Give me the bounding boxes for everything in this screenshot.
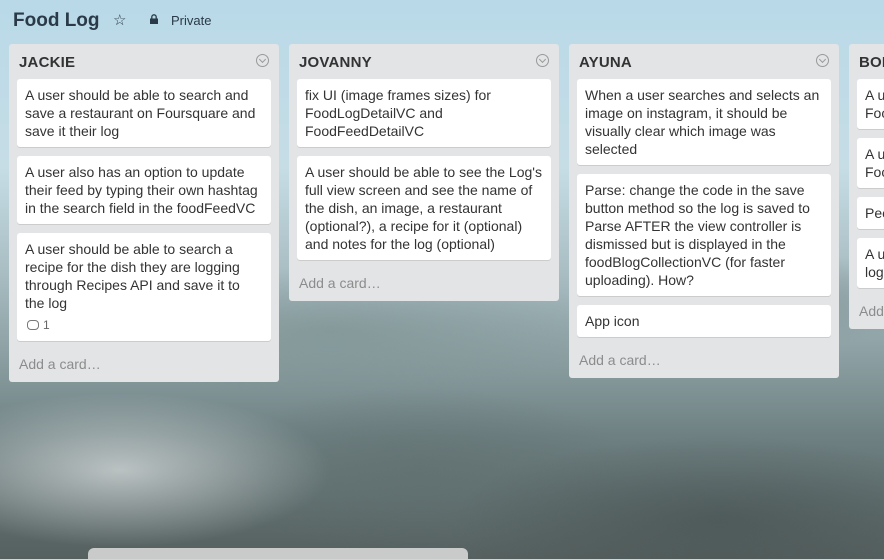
list-jackie: JACKIE A user should be able to search a… [9,44,279,382]
list-jovanny: JOVANNY fix UI (image frames sizes) for … [289,44,559,301]
card-text: fix UI (image frames sizes) for FoodLogD… [305,87,491,139]
card[interactable]: A u Foo [857,138,884,188]
card[interactable]: A user should be able to search and save… [17,79,271,147]
list-bob: BOB A u Foo A u Foo Pee A u log Add [849,44,884,329]
comment-count: 1 [43,318,50,332]
card-text: A user should be able to search a recipe… [25,241,240,311]
card[interactable]: A user should be able to search a recipe… [17,233,271,341]
card-text: When a user searches and selects an imag… [585,87,820,157]
card-text: A u Foo [865,87,884,121]
list-title[interactable]: AYUNA [579,54,632,71]
comment-icon [27,320,39,330]
list-ayuna: AYUNA When a user searches and selects a… [569,44,839,378]
card[interactable]: Parse: change the code in the save butto… [577,174,831,296]
horizontal-scrollbar[interactable] [88,548,468,559]
lock-icon [150,14,158,24]
card-text: Parse: change the code in the save butto… [585,182,810,288]
card-text: A u Foo [865,146,884,180]
add-card-button[interactable]: Add a card… [569,346,839,378]
add-card-button[interactable]: Add [849,297,884,329]
list-title[interactable]: JACKIE [19,54,75,71]
card[interactable]: When a user searches and selects an imag… [577,79,831,165]
list-menu-icon[interactable] [256,54,269,67]
card[interactable]: A user also has an option to update thei… [17,156,271,224]
add-card-button[interactable]: Add a card… [289,269,559,301]
privacy-label[interactable]: Private [171,13,211,28]
card-text: Pee [865,205,884,221]
board-title[interactable]: Food Log [13,10,100,32]
star-icon[interactable]: ☆ [113,11,126,29]
card[interactable]: A u log [857,238,884,288]
list-title[interactable]: BOB [859,54,884,71]
card[interactable]: App icon [577,305,831,337]
card[interactable]: fix UI (image frames sizes) for FoodLogD… [297,79,551,147]
card[interactable]: Pee [857,197,884,229]
list-title[interactable]: JOVANNY [299,54,372,71]
list-menu-icon[interactable] [536,54,549,67]
card-text: A user also has an option to update thei… [25,164,258,216]
list-menu-icon[interactable] [816,54,829,67]
card-text: A user should be able to see the Log's f… [305,164,542,252]
board-header: Food Log ☆ Private [0,0,884,40]
add-card-button[interactable]: Add a card… [9,350,279,382]
card-text: App icon [585,313,640,329]
comment-badge: 1 [25,316,263,334]
card[interactable]: A u Foo [857,79,884,129]
card[interactable]: A user should be able to see the Log's f… [297,156,551,260]
card-text: A user should be able to search and save… [25,87,256,139]
card-text: A u log [865,246,884,280]
